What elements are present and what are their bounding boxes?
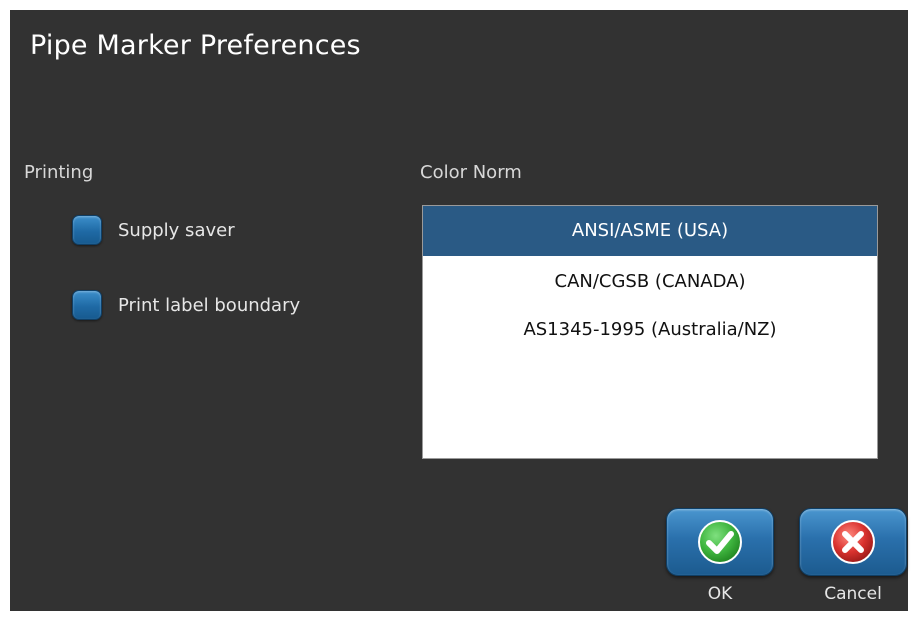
supply-saver-label: Supply saver	[118, 219, 235, 241]
color-norm-item-can[interactable]: CAN/CGSB (CANADA)	[423, 258, 877, 306]
x-circle-icon	[831, 520, 875, 564]
print-label-boundary-option[interactable]: Print label boundary	[72, 290, 300, 320]
supply-saver-option[interactable]: Supply saver	[72, 215, 235, 245]
color-norm-list[interactable]: ANSI/ASME (USA) CAN/CGSB (CANADA) AS1345…	[422, 205, 878, 459]
supply-saver-checkbox[interactable]	[72, 215, 102, 245]
color-norm-section-label: Color Norm	[420, 162, 522, 183]
ok-button-label: OK	[707, 584, 733, 604]
cancel-button[interactable]	[799, 508, 907, 576]
print-label-boundary-label: Print label boundary	[118, 294, 301, 316]
preferences-dialog: Pipe Marker Preferences Printing Supply …	[10, 10, 908, 611]
color-norm-item-ansi[interactable]: ANSI/ASME (USA)	[423, 206, 877, 256]
print-label-boundary-checkbox[interactable]	[72, 290, 102, 320]
check-circle-icon	[698, 520, 742, 564]
dialog-title: Pipe Marker Preferences	[30, 30, 361, 61]
color-norm-item-as1345[interactable]: AS1345-1995 (Australia/NZ)	[423, 306, 877, 354]
cancel-button-label: Cancel	[824, 584, 882, 604]
printing-section-label: Printing	[24, 162, 94, 183]
ok-button[interactable]	[666, 508, 774, 576]
